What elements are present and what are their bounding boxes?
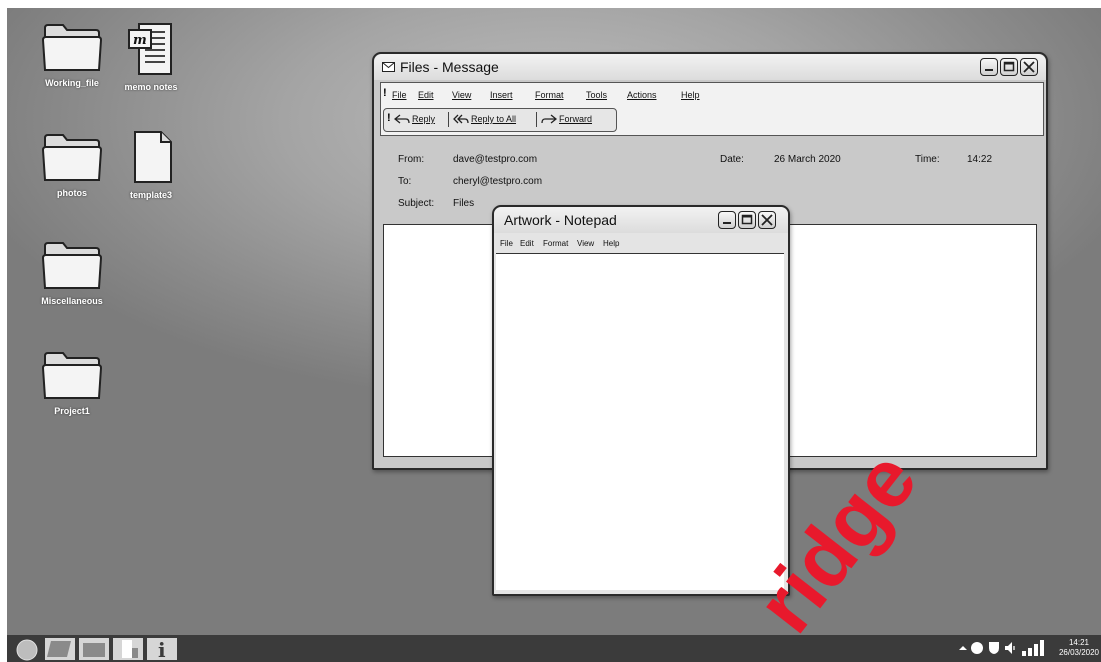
to-label: To: [398,176,412,187]
desktop-icon-working-file[interactable]: Working_file [27,22,117,88]
message-menu-bar: File Edit View Insert Format Tools Actio… [392,90,1032,102]
desktop-icon-miscellaneous[interactable]: Miscellaneous [27,240,117,306]
minimize-icon [985,69,993,71]
close-icon [1023,61,1035,73]
reply-all-icon [453,114,469,124]
close-button[interactable] [1020,58,1038,76]
from-label: From: [398,154,425,165]
menu-tools[interactable]: Tools [586,90,607,100]
menu-view[interactable]: View [452,90,471,100]
clock-date: 26/03/2020 [1058,648,1099,657]
desktop-icon-label: photos [57,188,87,198]
menu-edit[interactable]: Edit [418,90,434,100]
forward-icon [541,114,557,124]
notepad-menu-view[interactable]: View [577,239,594,248]
taskbar-info-icon[interactable]: i [147,638,177,660]
reply-icon [394,114,410,124]
notepad-menu-format[interactable]: Format [543,239,568,248]
maximize-icon [1003,61,1015,72]
clock-time: 14:21 [1068,638,1089,647]
notepad-minimize-button[interactable] [718,211,736,229]
notepad-close-button[interactable] [758,211,776,229]
notepad-menu-bar: File Edit Format View Help [500,239,780,251]
time-label: Time: [915,154,940,165]
from-value: dave@testpro.com [453,154,538,165]
svg-text:ridge: ridge [739,438,934,635]
envelope-icon [382,62,395,72]
svg-text:m: m [133,33,147,48]
desktop-icon-label: memo notes [124,82,178,92]
desktop-icon-project1[interactable]: Project1 [27,350,117,416]
minimize-icon [723,222,731,224]
toolbar-separator [536,112,537,127]
notepad-menu-edit[interactable]: Edit [520,239,534,248]
reply-all-button[interactable]: Reply to All [453,109,516,129]
message-window-title: Files - Message [400,59,499,75]
shield-icon[interactable] [988,641,1000,655]
watermark-logo: ridge [739,438,934,635]
menu-file[interactable]: File [392,90,407,100]
message-title-bar[interactable]: Files - Message [374,54,1046,80]
svg-text:i: i [158,638,166,660]
notepad-menu-file[interactable]: File [500,239,513,248]
desktop-icon-label: template3 [129,190,173,200]
start-button-icon[interactable] [15,638,39,662]
minimize-button[interactable] [980,58,998,76]
taskbar-clock[interactable]: 14:21 26/03/2020 [1059,638,1099,658]
speaker-icon[interactable] [1004,641,1018,655]
desktop-icon-template3[interactable]: template3 [106,130,196,200]
toolbar-grip-icon: ! [387,112,391,124]
folder-icon [41,24,103,71]
notepad-title-bar[interactable]: Artwork - Notepad [494,207,788,233]
desktop-icon-label: Working_file [45,78,99,88]
menu-grip-icon: ! [383,87,387,99]
to-value: cheryl@testpro.com [453,176,543,187]
menu-insert[interactable]: Insert [490,90,513,100]
reply-button[interactable]: Reply [394,109,435,129]
desktop-icon-photos[interactable]: photos [27,132,117,198]
menu-help[interactable]: Help [681,90,700,100]
folder-icon [41,134,103,181]
notepad-maximize-button[interactable] [738,211,756,229]
date-label: Date: [720,154,744,165]
document-icon: m [128,23,172,75]
desktop-icon-label: Miscellaneous [41,296,103,306]
subject-value: Files [453,198,475,209]
forward-button[interactable]: Forward [541,109,592,129]
desktop-icon-label: Project1 [54,406,90,416]
toolbar-separator [448,112,449,127]
signal-icon[interactable] [1022,640,1044,656]
folder-icon [41,352,103,399]
notepad-window-title: Artwork - Notepad [504,212,617,228]
notepad-menu-help[interactable]: Help [603,239,619,248]
menu-format[interactable]: Format [535,90,564,100]
taskbar-window-icon[interactable] [45,638,75,660]
menu-actions[interactable]: Actions [627,90,657,100]
taskbar-folder-icon[interactable] [79,638,109,660]
taskbar: i 14:21 26/03/2020 [7,635,1101,662]
taskbar-document-icon[interactable] [113,638,143,660]
message-toolbar: ! Reply Reply to All Forward [383,108,617,132]
date-value: 26 March 2020 [774,154,841,165]
folder-icon [41,242,103,289]
maximize-button[interactable] [1000,58,1018,76]
tray-expand-icon[interactable] [959,644,967,652]
desktop-icon-memo-notes[interactable]: m memo notes [106,22,196,92]
close-icon [761,214,773,226]
desktop: Working_file m memo notes photos templat… [7,8,1101,635]
time-value: 14:22 [967,154,993,165]
subject-label: Subject: [398,198,435,209]
blank-file-icon [134,131,172,183]
maximize-icon [741,214,753,225]
tray-status-icon[interactable] [970,641,984,655]
